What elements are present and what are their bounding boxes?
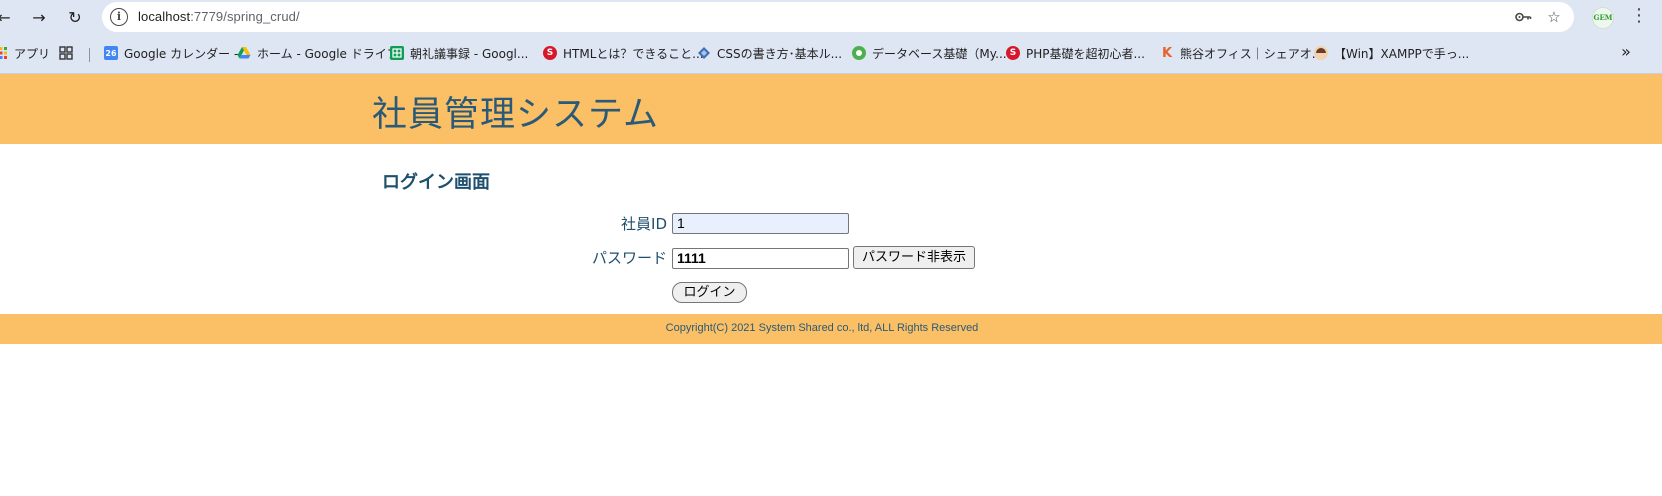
employee-id-input[interactable]: 1	[672, 213, 849, 234]
url-path: :7779/spring_crud/	[190, 9, 300, 24]
password-input[interactable]: 1111	[672, 248, 849, 269]
red-circle-icon: S	[1006, 46, 1020, 60]
diamond-icon	[697, 46, 711, 60]
drive-icon	[237, 46, 251, 60]
site-footer: Copyright(C) 2021 System Shared co., ltd…	[0, 314, 1662, 344]
site-header: 社員管理システム	[0, 74, 1662, 144]
hide-password-button[interactable]: パスワード非表示	[853, 246, 975, 269]
profile-avatar[interactable]: GEM	[1592, 7, 1614, 29]
green-circle-icon	[852, 46, 866, 60]
bookmarks-bar: アプリ 26 Google カレンダー - ホーム - Google ドライブ 朝…	[0, 34, 1662, 74]
browser-toolbar: ← → ↻ i localhost:7779/spring_crud/ ☆ GE…	[0, 0, 1662, 34]
bookmark-separator	[89, 48, 90, 62]
bookmark-google-calendar[interactable]: 26 Google カレンダー -	[104, 43, 238, 63]
apps-grid-icon	[0, 46, 8, 60]
reload-icon[interactable]: ↻	[63, 5, 87, 29]
login-button[interactable]: ログイン	[672, 282, 747, 303]
bookmark-css-basics[interactable]: CSSの書き方･基本ル...	[697, 43, 842, 63]
password-key-icon[interactable]	[1514, 8, 1532, 26]
bookmark-apps[interactable]: アプリ	[0, 43, 50, 63]
avatar-icon	[1314, 46, 1328, 60]
bookmark-html-basics[interactable]: S HTMLとは？できること...	[543, 43, 704, 63]
bookmark-database-basics[interactable]: データベース基礎（My...	[852, 43, 1007, 63]
url-text[interactable]: localhost:7779/spring_crud/	[138, 9, 300, 24]
red-circle-icon: S	[543, 46, 557, 60]
bookmark-kumagaya-office[interactable]: K 熊谷オフィス｜シェアオ...	[1160, 43, 1323, 63]
bookmark-php-basics[interactable]: S PHP基礎を超初心者...	[1006, 43, 1145, 63]
site-info-icon[interactable]: i	[110, 8, 128, 26]
calendar-icon: 26	[104, 46, 118, 60]
bookmark-xampp[interactable]: 【Win】XAMPPで手っ...	[1314, 43, 1469, 63]
page-heading: ログイン画面	[382, 172, 490, 193]
sheets-icon	[390, 46, 404, 60]
copyright-text: Copyright(C) 2021 System Shared co., ltd…	[665, 322, 979, 334]
back-icon[interactable]: ←	[0, 5, 16, 29]
browser-menu-icon[interactable]: ⋮	[1630, 6, 1648, 28]
bookmark-grid[interactable]	[59, 43, 79, 63]
more-bookmarks-icon[interactable]: »	[1616, 42, 1636, 61]
address-bar[interactable]: i localhost:7779/spring_crud/ ☆	[102, 2, 1574, 32]
grid-icon	[59, 46, 73, 60]
employee-id-label: 社員ID	[621, 215, 667, 233]
url-host: localhost	[138, 9, 191, 24]
forward-icon[interactable]: →	[27, 5, 51, 29]
password-label: パスワード	[591, 249, 667, 267]
bookmark-star-icon[interactable]: ☆	[1545, 8, 1563, 26]
bookmark-minutes-sheet[interactable]: 朝礼議事録 - Googl...	[390, 43, 528, 63]
bookmark-google-drive[interactable]: ホーム - Google ドライブ	[237, 43, 399, 63]
k-icon: K	[1161, 45, 1173, 61]
site-title: 社員管理システム	[372, 95, 659, 135]
